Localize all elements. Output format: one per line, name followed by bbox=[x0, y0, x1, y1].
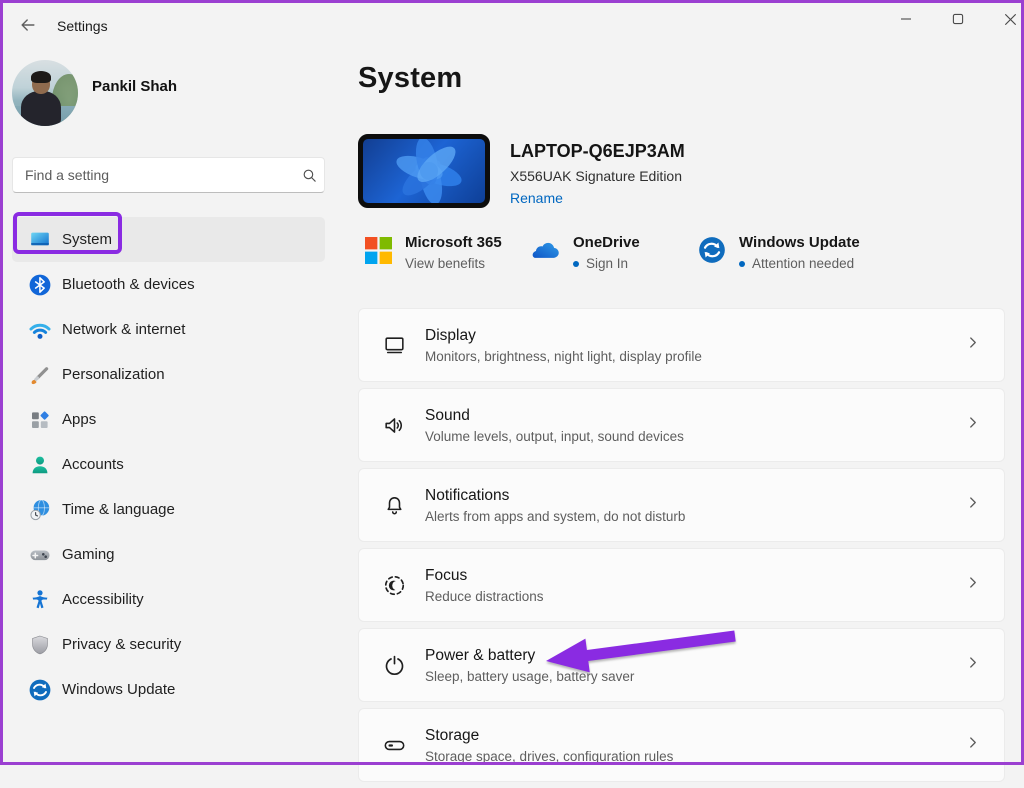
power-icon bbox=[381, 652, 407, 678]
maximize-button[interactable] bbox=[943, 5, 973, 33]
bluetooth-icon bbox=[27, 272, 53, 298]
focus-icon bbox=[381, 572, 407, 598]
sidebar-item-privacy-security[interactable]: Privacy & security bbox=[12, 622, 325, 667]
windows-update-service-icon bbox=[698, 236, 726, 269]
profile-name: Pankil Shah bbox=[92, 78, 178, 95]
sidebar-item-time-language[interactable]: Time & language bbox=[12, 487, 325, 532]
sidebar-item-accessibility[interactable]: Accessibility bbox=[12, 577, 325, 622]
device-thumbnail bbox=[358, 134, 490, 208]
minimize-icon bbox=[901, 18, 911, 20]
chevron-right-icon bbox=[964, 574, 982, 597]
wifi-icon bbox=[27, 317, 53, 343]
search-box[interactable] bbox=[12, 157, 325, 193]
service-status: Attention needed bbox=[752, 256, 855, 271]
sidebar-item-system[interactable]: System bbox=[12, 217, 325, 262]
card-notifications[interactable]: Notifications Alerts from apps and syste… bbox=[358, 468, 1005, 542]
gamepad-icon bbox=[27, 542, 53, 568]
service-windows-update[interactable]: Windows Update Attention needed bbox=[698, 234, 860, 271]
sidebar-item-gaming[interactable]: Gaming bbox=[12, 532, 325, 577]
microsoft-365-icon bbox=[365, 236, 392, 269]
onedrive-icon bbox=[530, 240, 560, 265]
maximize-icon bbox=[952, 13, 964, 25]
status-dot bbox=[573, 260, 579, 267]
service-status: View benefits bbox=[405, 256, 486, 271]
display-icon bbox=[381, 332, 407, 358]
chevron-right-icon bbox=[964, 494, 982, 517]
minimize-button[interactable] bbox=[891, 5, 921, 33]
chevron-right-icon bbox=[964, 654, 982, 677]
chevron-right-icon bbox=[964, 734, 982, 757]
time-language-icon bbox=[27, 497, 53, 523]
rename-link[interactable]: Rename bbox=[510, 190, 563, 206]
storage-icon bbox=[381, 732, 407, 758]
service-onedrive[interactable]: OneDrive Sign In bbox=[530, 234, 640, 271]
sidebar-item-personalization[interactable]: Personalization bbox=[12, 352, 325, 397]
shield-icon bbox=[27, 632, 53, 658]
sidebar-item-accounts[interactable]: Accounts bbox=[12, 442, 325, 487]
chevron-right-icon bbox=[964, 414, 982, 437]
sidebar-item-bluetooth-devices[interactable]: Bluetooth & devices bbox=[12, 262, 325, 307]
windows-update-icon bbox=[27, 677, 53, 703]
paintbrush-icon bbox=[27, 362, 53, 388]
sound-icon bbox=[381, 412, 407, 438]
status-dot bbox=[739, 260, 745, 267]
search-input[interactable] bbox=[13, 167, 294, 183]
card-storage[interactable]: Storage Storage space, drives, configura… bbox=[358, 708, 1005, 782]
sidebar-item-apps[interactable]: Apps bbox=[12, 397, 325, 442]
card-sound[interactable]: Sound Volume levels, output, input, soun… bbox=[358, 388, 1005, 462]
apps-icon bbox=[27, 407, 53, 433]
sidebar-item-network-internet[interactable]: Network & internet bbox=[12, 307, 325, 352]
accessibility-icon bbox=[27, 587, 53, 613]
bell-icon bbox=[381, 492, 407, 518]
service-microsoft-365[interactable]: Microsoft 365 View benefits bbox=[365, 234, 502, 271]
card-display[interactable]: Display Monitors, brightness, night ligh… bbox=[358, 308, 1005, 382]
window-title: Settings bbox=[57, 18, 108, 34]
card-focus[interactable]: Focus Reduce distractions bbox=[358, 548, 1005, 622]
titlebar: Settings bbox=[3, 3, 1021, 47]
search-icon bbox=[294, 167, 324, 184]
back-button[interactable] bbox=[13, 12, 43, 40]
device-model: X556UAK Signature Edition bbox=[510, 168, 682, 184]
close-button[interactable] bbox=[995, 5, 1024, 33]
service-status: Sign In bbox=[586, 256, 629, 271]
card-power-battery[interactable]: Power & battery Sleep, battery usage, ba… bbox=[358, 628, 1005, 702]
settings-cards: Display Monitors, brightness, night ligh… bbox=[358, 308, 1005, 788]
device-name: LAPTOP-Q6EJP3AM bbox=[510, 141, 685, 161]
page-title: System bbox=[358, 62, 463, 94]
accounts-icon bbox=[27, 452, 53, 478]
system-icon bbox=[27, 227, 53, 253]
back-arrow-icon bbox=[18, 15, 38, 38]
close-icon bbox=[1004, 13, 1016, 25]
sidebar-item-windows-update[interactable]: Windows Update bbox=[12, 667, 325, 712]
avatar bbox=[12, 60, 78, 126]
windows-bloom-wallpaper bbox=[363, 139, 485, 203]
chevron-right-icon bbox=[964, 334, 982, 357]
sidebar-nav: System Bluetooth & devices Network & int… bbox=[12, 217, 325, 712]
